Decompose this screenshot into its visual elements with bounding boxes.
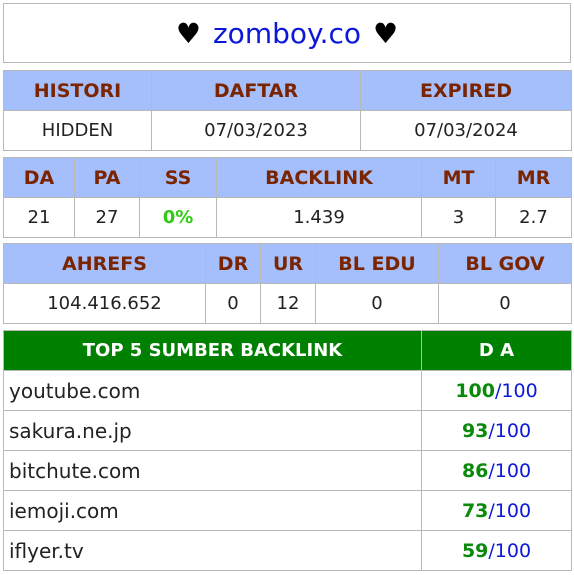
backlink-score: 100/100: [421, 370, 572, 411]
mt-value: 3: [421, 197, 496, 238]
header-bl-gov: BL GOV: [438, 243, 572, 284]
registration-table: HISTORI DAFTAR EXPIRED HIDDEN 07/03/2023…: [3, 70, 572, 151]
da-score: 86: [461, 459, 489, 482]
table-row: iemoji.com 73/100: [3, 490, 572, 531]
pa-value: 27: [74, 197, 140, 238]
backlink-score: 93/100: [421, 410, 572, 451]
table-row: sakura.ne.jp 93/100: [3, 410, 572, 451]
backlink-site: sakura.ne.jp: [3, 410, 422, 451]
daftar-value: 07/03/2023: [151, 110, 361, 151]
backlink-score: 86/100: [421, 450, 572, 491]
backlink-score: 59/100: [421, 530, 572, 571]
header-ur: UR: [260, 243, 316, 284]
backlink-site: bitchute.com: [3, 450, 422, 491]
da-score: 93: [461, 419, 489, 442]
metrics-table: DA PA SS BACKLINK MT MR 21 27 0% 1.439 3…: [3, 157, 572, 238]
heart-icon: ♥: [373, 16, 399, 50]
header-dr: DR: [205, 243, 261, 284]
ahrefs-value: 104.416.652: [3, 283, 206, 324]
da-max: 100: [501, 379, 538, 402]
heart-icon: ♥: [175, 16, 201, 50]
backlink-value: 1.439: [216, 197, 422, 238]
ahrefs-table: AHREFS DR UR BL EDU BL GOV 104.416.652 0…: [3, 243, 572, 324]
table-row: iflyer.tv 59/100: [3, 530, 572, 571]
header-da-score: D A: [421, 330, 572, 371]
da-score: 100: [455, 379, 495, 402]
header-expired: EXPIRED: [360, 70, 572, 111]
backlink-site: youtube.com: [3, 370, 422, 411]
histori-value: HIDDEN: [3, 110, 152, 151]
da-score: 73: [461, 499, 489, 522]
header-mt: MT: [421, 157, 496, 198]
table-row: youtube.com 100/100: [3, 370, 572, 411]
backlink-site: iemoji.com: [3, 490, 422, 531]
domain-name: zomboy.co: [212, 16, 361, 50]
header-histori: HISTORI: [3, 70, 152, 111]
bl-edu-value: 0: [315, 283, 439, 324]
da-max: 100: [494, 459, 532, 482]
header-top-sources: TOP 5 SUMBER BACKLINK: [3, 330, 422, 371]
da-value: 21: [3, 197, 75, 238]
da-max: 100: [494, 419, 532, 442]
header-ss: SS: [139, 157, 217, 198]
da-max: 100: [494, 539, 532, 562]
expired-value: 07/03/2024: [360, 110, 572, 151]
site-title: ♥ zomboy.co ♥: [3, 3, 571, 63]
header-mr: MR: [495, 157, 572, 198]
top-backlinks-table: TOP 5 SUMBER BACKLINK D A youtube.com 10…: [3, 330, 572, 571]
bl-gov-value: 0: [438, 283, 572, 324]
backlink-site: iflyer.tv: [3, 530, 422, 571]
header-bl-edu: BL EDU: [315, 243, 439, 284]
header-ahrefs: AHREFS: [3, 243, 206, 284]
header-da: DA: [3, 157, 75, 198]
da-score: 59: [461, 539, 489, 562]
ur-value: 12: [260, 283, 316, 324]
header-backlink: BACKLINK: [216, 157, 422, 198]
mr-value: 2.7: [495, 197, 572, 238]
header-daftar: DAFTAR: [151, 70, 361, 111]
backlink-score: 73/100: [421, 490, 572, 531]
ss-value: 0%: [139, 197, 217, 238]
da-max: 100: [494, 499, 532, 522]
header-pa: PA: [74, 157, 140, 198]
table-row: bitchute.com 86/100: [3, 450, 572, 491]
dr-value: 0: [205, 283, 261, 324]
